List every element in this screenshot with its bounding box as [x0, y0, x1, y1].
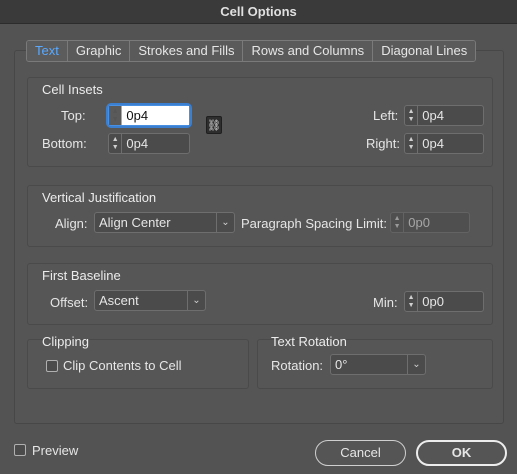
- chain-link-icon[interactable]: ⛓: [206, 116, 222, 134]
- cancel-button[interactable]: Cancel: [315, 440, 406, 466]
- chevron-down-icon: ⌄: [216, 213, 234, 232]
- ok-button[interactable]: OK: [416, 440, 507, 466]
- right-inset-input[interactable]: [418, 134, 483, 153]
- paragraph-spacing-limit-label: Paragraph Spacing Limit:: [241, 216, 387, 231]
- align-label: Align:: [55, 216, 88, 231]
- tab-content-panel: Cell Insets Top: ▲▼ ⛓ Bottom: ▲▼ Left: ▲…: [14, 50, 504, 424]
- tab-strokes-and-fills[interactable]: Strokes and Fills: [129, 41, 243, 61]
- rotation-select[interactable]: 0° ⌄: [330, 354, 426, 375]
- rotation-select-value: 0°: [335, 357, 348, 372]
- text-rotation-title: Text Rotation: [271, 334, 347, 349]
- clip-contents-label: Clip Contents to Cell: [63, 358, 182, 373]
- preview-label: Preview: [32, 443, 79, 458]
- clipping-title: Clipping: [42, 334, 89, 349]
- min-input[interactable]: [418, 292, 483, 311]
- right-inset-field[interactable]: ▲ ▼: [404, 133, 484, 154]
- left-label: Left:: [373, 108, 399, 123]
- tab-diagonal-lines[interactable]: Diagonal Lines: [372, 41, 476, 61]
- bottom-inset-field[interactable]: ▲ ▼: [108, 133, 190, 154]
- preview-checkbox[interactable]: [14, 444, 26, 456]
- left-stepper-icon[interactable]: ▲ ▼: [405, 106, 419, 125]
- left-inset-input[interactable]: [418, 106, 483, 125]
- clipping-group: Clipping Clip Contents to Cell: [27, 334, 249, 389]
- top-inset-field[interactable]: ▲ ▼: [108, 105, 190, 126]
- chevron-down-icon: ⌄: [407, 355, 425, 374]
- offset-select[interactable]: Ascent ⌄: [94, 290, 206, 311]
- cell-insets-group: Cell Insets Top: ▲▼ ⛓ Bottom: ▲▼ Left: ▲…: [27, 77, 493, 167]
- top-stepper-icon[interactable]: ▲ ▼: [109, 106, 123, 125]
- clip-contents-checkbox[interactable]: [46, 360, 58, 372]
- tab-graphic[interactable]: Graphic: [66, 41, 130, 61]
- first-baseline-title: First Baseline: [42, 268, 121, 283]
- paragraph-spacing-limit-field: ▲ ▼: [390, 212, 470, 233]
- first-baseline-group: First Baseline Offset: Ascent ⌄ Min: ▲ ▼: [27, 263, 493, 325]
- rotation-label: Rotation:: [271, 358, 324, 373]
- vertical-justification-title: Vertical Justification: [42, 190, 157, 205]
- min-label: Min:: [373, 295, 398, 310]
- bottom-inset-input[interactable]: [122, 134, 189, 153]
- chevron-down-icon: ⌄: [187, 291, 205, 310]
- bottom-label: Bottom:: [42, 136, 87, 151]
- right-label: Right:: [366, 136, 400, 151]
- offset-select-value: Ascent: [99, 293, 139, 308]
- left-inset-field[interactable]: ▲ ▼: [404, 105, 484, 126]
- right-stepper-icon[interactable]: ▲ ▼: [405, 134, 419, 153]
- paragraph-spacing-limit-input: [404, 213, 469, 232]
- bottom-stepper-icon[interactable]: ▲ ▼: [109, 134, 123, 153]
- vertical-justification-group: Vertical Justification Align: Align Cent…: [27, 185, 493, 247]
- offset-label: Offset:: [50, 295, 89, 310]
- tab-text[interactable]: Text: [27, 41, 67, 61]
- tab-rows-and-columns[interactable]: Rows and Columns: [242, 41, 373, 61]
- align-select[interactable]: Align Center ⌄: [94, 212, 235, 233]
- psl-stepper-icon: ▲ ▼: [391, 213, 405, 232]
- text-rotation-group: Text Rotation Rotation: 0° ⌄: [257, 334, 493, 389]
- top-inset-input[interactable]: [122, 106, 189, 125]
- top-label: Top:: [61, 108, 86, 123]
- window-title: Cell Options: [0, 0, 517, 24]
- min-field[interactable]: ▲ ▼: [404, 291, 484, 312]
- cell-insets-title: Cell Insets: [42, 82, 103, 97]
- tab-bar: Text Graphic Strokes and Fills Rows and …: [26, 40, 477, 62]
- min-stepper-icon[interactable]: ▲ ▼: [405, 292, 419, 311]
- align-select-value: Align Center: [99, 215, 171, 230]
